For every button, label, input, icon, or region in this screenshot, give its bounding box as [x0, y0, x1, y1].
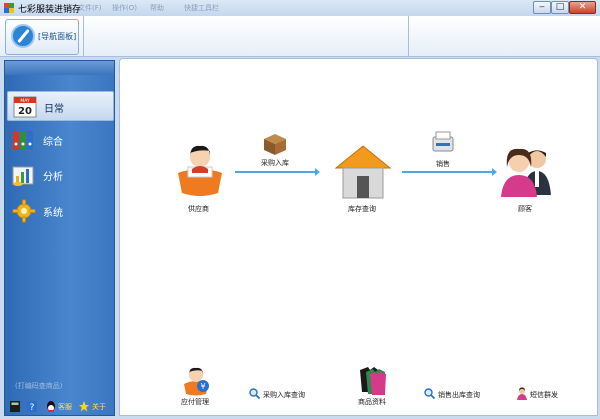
- sidebar-item-analysis[interactable]: 分析: [7, 160, 114, 190]
- purchase-in-query-link[interactable]: 采购入库查询: [263, 390, 305, 400]
- sidebar-item-label: 日常: [44, 104, 64, 115]
- sms-people-icon: [517, 387, 527, 400]
- chart-icon: [12, 166, 34, 186]
- minimize-button[interactable]: ‒: [533, 1, 551, 14]
- search-icon: [249, 388, 260, 399]
- menu-file[interactable]: 文件(F): [78, 3, 102, 13]
- barcode-hint: (打编码查商品): [15, 382, 63, 390]
- toolbar-divider: [83, 16, 84, 57]
- sales-out-query-link[interactable]: 销售出库查询: [438, 390, 480, 400]
- sidebar-item-label: 综合: [43, 137, 63, 148]
- calendar-day: 20: [18, 106, 32, 117]
- nav-panel-label: [导航面板]: [38, 32, 77, 41]
- compass-icon: [11, 24, 35, 48]
- restore-button[interactable]: □: [551, 1, 569, 14]
- sidebar-header: [5, 61, 114, 75]
- title-bar: 七彩服装进销存 文件(F) 操作(O) 帮助 快捷工具栏 ‒ □ ✕: [0, 0, 600, 16]
- help-icon[interactable]: ?: [27, 401, 37, 412]
- supplier-label: 供应商: [188, 205, 209, 213]
- inventory-query-label: 库存查询: [348, 205, 376, 213]
- calendar-icon: MAY 20: [13, 96, 37, 118]
- sidebar-item-system[interactable]: 系统: [7, 196, 114, 226]
- customers-icon[interactable]: [497, 145, 555, 197]
- app-icon: [4, 3, 14, 13]
- about-link[interactable]: 关于: [92, 402, 106, 412]
- customer-service-link[interactable]: 客服: [58, 402, 72, 412]
- pos-terminal-icon: [432, 131, 454, 152]
- svg-text:?: ?: [30, 403, 35, 412]
- calculator-icon[interactable]: [10, 401, 20, 412]
- star-icon[interactable]: [79, 401, 89, 412]
- sidebar: MAY 20 日常 综合 分析 系统 (打编码查商品) ? 客服 关于: [4, 60, 115, 416]
- toolbar: [导航面板]: [0, 16, 600, 57]
- sidebar-item-daily[interactable]: MAY 20 日常: [7, 91, 114, 121]
- menu-help[interactable]: 帮助: [150, 3, 164, 13]
- customer-label: 顾客: [518, 205, 532, 213]
- window-title: 七彩服装进销存: [18, 5, 82, 15]
- close-button[interactable]: ✕: [569, 1, 596, 14]
- sidebar-item-label: 系统: [43, 208, 63, 219]
- binders-icon: [13, 131, 33, 150]
- calendar-month: MAY: [20, 98, 30, 104]
- flow-arrow: [402, 168, 497, 176]
- payables-label[interactable]: 应付管理: [181, 397, 209, 407]
- svg-text:¥: ¥: [200, 382, 205, 391]
- warehouse-icon[interactable]: [334, 144, 392, 200]
- gear-icon: [12, 199, 36, 223]
- sidebar-item-general[interactable]: 综合: [7, 125, 114, 155]
- flow-arrow: [235, 168, 320, 176]
- payables-icon[interactable]: ¥: [181, 366, 211, 396]
- sms-broadcast-link[interactable]: 短信群发: [530, 390, 558, 400]
- main-panel: 供应商 采购入库 库存查询 销售 顾客 ¥ 应付管理 采购入库查询 商品资料 销…: [119, 58, 598, 416]
- purchase-in-label[interactable]: 采购入库: [261, 158, 289, 168]
- supplier-icon[interactable]: [174, 143, 226, 199]
- sidebar-item-label: 分析: [43, 172, 63, 183]
- menu-operate[interactable]: 操作(O): [112, 3, 137, 13]
- qq-icon[interactable]: [46, 401, 56, 412]
- sales-label[interactable]: 销售: [436, 159, 450, 169]
- clothing-icon[interactable]: [358, 366, 388, 396]
- toolbar-divider: [408, 16, 409, 57]
- search-icon: [424, 388, 435, 399]
- box-icon: [264, 134, 286, 155]
- nav-panel-button[interactable]: [导航面板]: [5, 19, 79, 55]
- menu-quick-toolbar[interactable]: 快捷工具栏: [184, 3, 219, 13]
- product-info-label[interactable]: 商品资料: [358, 397, 386, 407]
- sidebar-bottom-bar: ? 客服 关于: [5, 397, 114, 416]
